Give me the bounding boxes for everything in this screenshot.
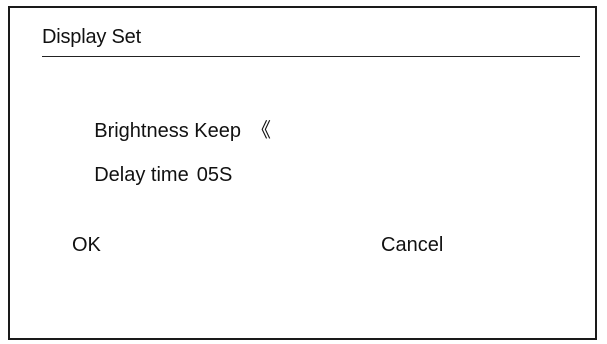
dialog-title: Display Set	[42, 26, 141, 48]
display-set-dialog: Display Set Brightness Keep 《 Delay time 0…	[8, 6, 597, 340]
ok-button[interactable]: OK	[72, 233, 101, 257]
setting-label-delay-time: Delay time	[94, 164, 189, 186]
cancel-button[interactable]: Cancel	[381, 233, 443, 257]
setting-row-delay-time[interactable]: Delay time 05S	[72, 139, 232, 211]
setting-value-delay-time[interactable]: 05S	[197, 164, 233, 186]
setting-value-brightness-keep[interactable]: 《	[251, 120, 271, 142]
title-divider	[42, 56, 580, 57]
